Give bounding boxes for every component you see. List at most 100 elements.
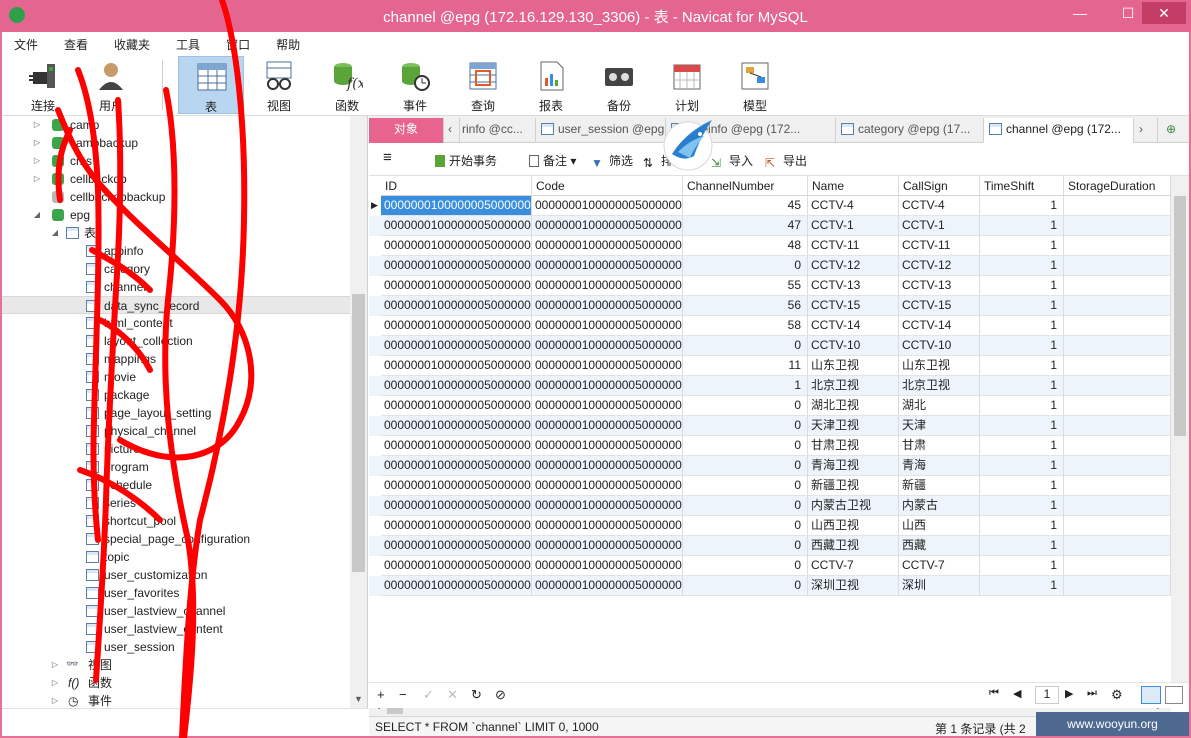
column-header-storageduration[interactable]: StorageDuration [1064,176,1171,196]
menu-tools[interactable]: 工具 [174,32,212,54]
cell-name[interactable]: 西藏卫视 [808,536,899,556]
discard-changes-button[interactable]: ✕ [447,687,458,703]
cell-callsign[interactable]: 北京卫视 [899,376,980,396]
tree-table-item[interactable]: appinfo [2,242,350,260]
cell-channelnumber[interactable]: 0 [683,456,808,476]
cell-id[interactable]: 00000001000000050000000 [381,196,532,216]
toolbar-view-button[interactable]: 视图 [246,56,312,114]
minimize-button[interactable]: — [1066,2,1094,24]
table-row[interactable]: 00000001000000050000000 00000001000000050… [369,496,1171,516]
cell-channelnumber[interactable]: 0 [683,336,808,356]
cell-timeshift[interactable]: 1 [980,296,1064,316]
refresh-button[interactable]: ↻ [471,687,482,703]
tree-table-item[interactable]: user_lastview_content [2,620,350,638]
cell-storageduration[interactable] [1064,356,1171,376]
cell-name[interactable]: 天津卫视 [808,416,899,436]
cell-id[interactable]: 00000001000000050000000 [381,336,532,356]
cell-callsign[interactable]: CCTV-1 [899,216,980,236]
tree-tables-folder[interactable]: ◢ 表 [2,224,350,242]
cell-id[interactable]: 00000001000000050000000 [381,416,532,436]
cell-timeshift[interactable]: 1 [980,436,1064,456]
cell-code[interactable]: 00000001000000050000000 [532,336,683,356]
grid-vertical-scrollbar[interactable] [1171,176,1189,684]
cell-channelnumber[interactable]: 0 [683,416,808,436]
cell-timeshift[interactable]: 1 [980,516,1064,536]
tree-db-epg[interactable]: ◢ epg [2,206,350,224]
tree-table-item[interactable]: category [2,260,350,278]
cell-code[interactable]: 00000001000000050000000 [532,456,683,476]
page-number-input[interactable]: 1 [1035,686,1059,704]
cell-timeshift[interactable]: 1 [980,396,1064,416]
menu-window[interactable]: 窗口 [224,32,262,54]
cell-timeshift[interactable]: 1 [980,376,1064,396]
cell-storageduration[interactable] [1064,476,1171,496]
cell-code[interactable]: 00000001000000050000000 [532,356,683,376]
cell-channelnumber[interactable]: 1 [683,376,808,396]
cell-timeshift[interactable]: 1 [980,336,1064,356]
cell-storageduration[interactable] [1064,236,1171,256]
cell-code[interactable]: 00000001000000050000000 [532,276,683,296]
cell-storageduration[interactable] [1064,316,1171,336]
cell-channelnumber[interactable]: 0 [683,516,808,536]
table-row[interactable]: 00000001000000050000000 00000001000000050… [369,436,1171,456]
cell-callsign[interactable]: CCTV-4 [899,196,980,216]
tree-db-item[interactable]: ▷ camp [2,116,350,134]
delete-record-button[interactable]: − [399,687,407,702]
tree-table-item[interactable]: package [2,386,350,404]
toolbar-user-button[interactable]: 用户 [78,56,144,114]
cell-code[interactable]: 00000001000000050000000 [532,236,683,256]
tree-table-item[interactable]: physical_channel [2,422,350,440]
cell-channelnumber[interactable]: 48 [683,236,808,256]
menu-view[interactable]: 查看 [62,32,100,54]
toolbar-event-button[interactable]: 事件 [382,56,448,114]
cell-timeshift[interactable]: 1 [980,456,1064,476]
cell-timeshift[interactable]: 1 [980,216,1064,236]
tab-scroll-right-icon[interactable]: › [1133,118,1151,143]
cell-code[interactable]: 00000001000000050000000 [532,536,683,556]
toolbar-query-button[interactable]: 查询 [450,56,516,114]
export-button[interactable]: ⇱ 导出 [765,152,807,170]
cell-callsign[interactable]: 天津 [899,416,980,436]
table-row[interactable]: 00000001000000050000000 00000001000000050… [369,216,1171,236]
cell-name[interactable]: CCTV-7 [808,556,899,576]
tree-scrollbar-thumb[interactable] [352,294,365,572]
cell-storageduration[interactable] [1064,396,1171,416]
cell-callsign[interactable]: CCTV-10 [899,336,980,356]
tree-functions-folder[interactable]: ▷ f() 函数 [2,674,350,692]
cell-channelnumber[interactable]: 0 [683,436,808,456]
cell-id[interactable]: 00000001000000050000000 [381,356,532,376]
cell-timeshift[interactable]: 1 [980,556,1064,576]
cell-id[interactable]: 00000001000000050000000 [381,516,532,536]
cell-name[interactable]: CCTV-10 [808,336,899,356]
cell-id[interactable]: 00000001000000050000000 [381,556,532,576]
cell-name[interactable]: 山西卫视 [808,516,899,536]
cell-name[interactable]: CCTV-1 [808,216,899,236]
cell-name[interactable]: 甘肃卫视 [808,436,899,456]
cell-code[interactable]: 00000001000000050000000 [532,296,683,316]
cell-code[interactable]: 00000001000000050000000 [532,396,683,416]
cell-storageduration[interactable] [1064,256,1171,276]
grid-scrollbar-thumb[interactable] [1174,196,1186,436]
toolbar-function-button[interactable]: f(x) 函数 [314,56,380,114]
cell-code[interactable]: 00000001000000050000000 [532,256,683,276]
cell-timeshift[interactable]: 1 [980,276,1064,296]
tree-table-item[interactable]: schedule [2,476,350,494]
cell-code[interactable]: 00000001000000050000000 [532,196,683,216]
menu-hamburger-icon[interactable]: ≡ [383,149,392,166]
toolbar-backup-button[interactable]: 备份 [586,56,652,114]
cell-id[interactable]: 00000001000000050000000 [381,496,532,516]
cell-callsign[interactable]: 新疆 [899,476,980,496]
cell-id[interactable]: 00000001000000050000000 [381,216,532,236]
tab-item[interactable]: category @epg (17... [835,118,983,143]
next-page-icon[interactable]: ▶ [1065,687,1073,700]
cell-name[interactable]: 湖北卫视 [808,396,899,416]
cell-channelnumber[interactable]: 0 [683,396,808,416]
column-header-name[interactable]: Name [808,176,899,196]
cell-code[interactable]: 00000001000000050000000 [532,476,683,496]
column-header-channelnumber[interactable]: ChannelNumber [683,176,808,196]
cell-name[interactable]: 内蒙古卫视 [808,496,899,516]
cell-storageduration[interactable] [1064,196,1171,216]
cell-code[interactable]: 00000001000000050000000 [532,316,683,336]
column-header-timeshift[interactable]: TimeShift [980,176,1064,196]
cell-callsign[interactable]: 深圳 [899,576,980,596]
